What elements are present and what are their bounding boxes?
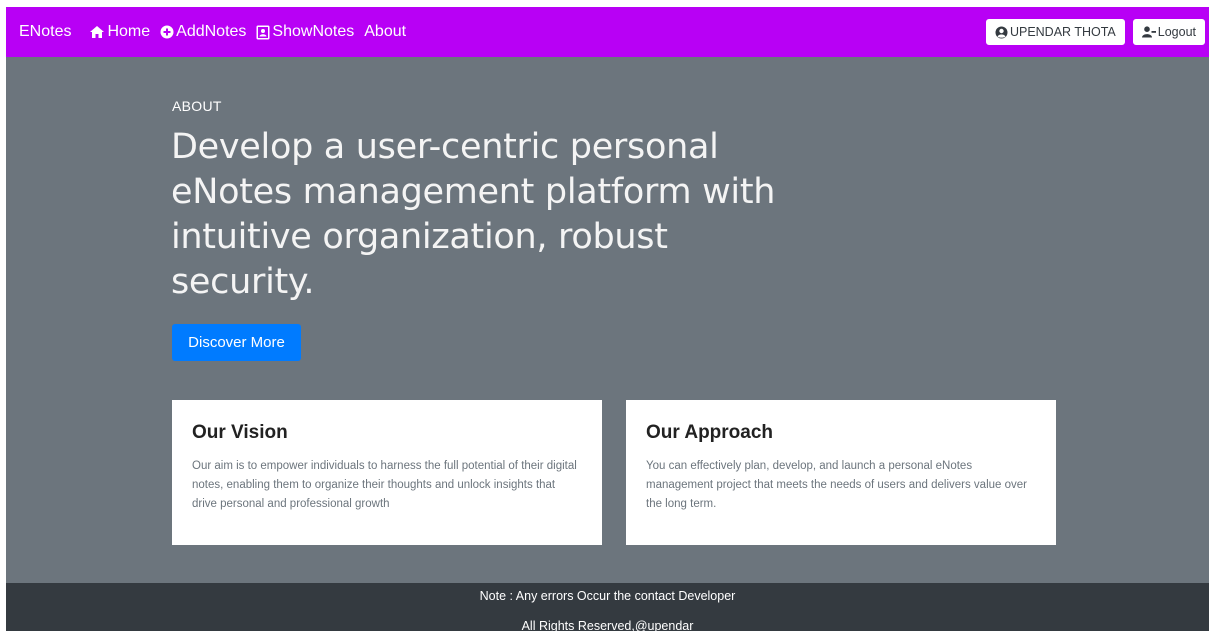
navbar: ENotes Home AddNotes ShowNotes About UPE… (6, 7, 1209, 57)
vision-card-text: Our aim is to empower individuals to har… (192, 460, 577, 510)
address-book-icon (256, 25, 270, 40)
nav-about-link[interactable]: About (364, 23, 406, 41)
plus-circle-icon (160, 25, 174, 39)
navbar-right: UPENDAR THOTA Logout (978, 7, 1205, 57)
user-profile-button[interactable]: UPENDAR THOTA (985, 19, 1125, 45)
approach-card: Our Approach You can effectively plan, d… (626, 400, 1056, 545)
footer-rights: All Rights Reserved,@upendar (521, 619, 694, 631)
nav-addnotes-link[interactable]: AddNotes (160, 23, 246, 41)
user-profile-label: UPENDAR THOTA (1009, 25, 1116, 39)
approach-card-title: Our Approach (646, 422, 774, 443)
nav-home-link[interactable]: Home (89, 23, 150, 41)
nav-addnotes-label: AddNotes (176, 23, 247, 40)
brand-link[interactable]: ENotes (19, 23, 71, 41)
nav-shownotes-link[interactable]: ShowNotes (256, 23, 354, 41)
user-minus-icon (1141, 26, 1156, 38)
page-frame: ENotes Home AddNotes ShowNotes About UPE… (6, 7, 1209, 631)
logout-button[interactable]: Logout (1132, 19, 1205, 45)
hero-title: Develop a user-centric personal eNotes m… (171, 127, 776, 302)
vision-card-title: Our Vision (192, 422, 288, 443)
nav-about-label: About (364, 23, 407, 40)
home-icon (89, 25, 105, 39)
footer: Note : Any errors Occur the contact Deve… (6, 583, 1209, 631)
user-circle-icon (995, 26, 1008, 39)
nav-home-label: Home (107, 23, 151, 40)
nav-shownotes-label: ShowNotes (272, 23, 355, 40)
approach-card-text: You can effectively plan, develop, and l… (646, 460, 1027, 510)
footer-note: Note : Any errors Occur the contact Deve… (479, 589, 736, 603)
logout-label: Logout (1157, 25, 1196, 39)
hero-label: ABOUT (172, 98, 222, 114)
vision-card: Our Vision Our aim is to empower individ… (172, 400, 602, 545)
discover-more-button[interactable]: Discover More (172, 324, 301, 361)
